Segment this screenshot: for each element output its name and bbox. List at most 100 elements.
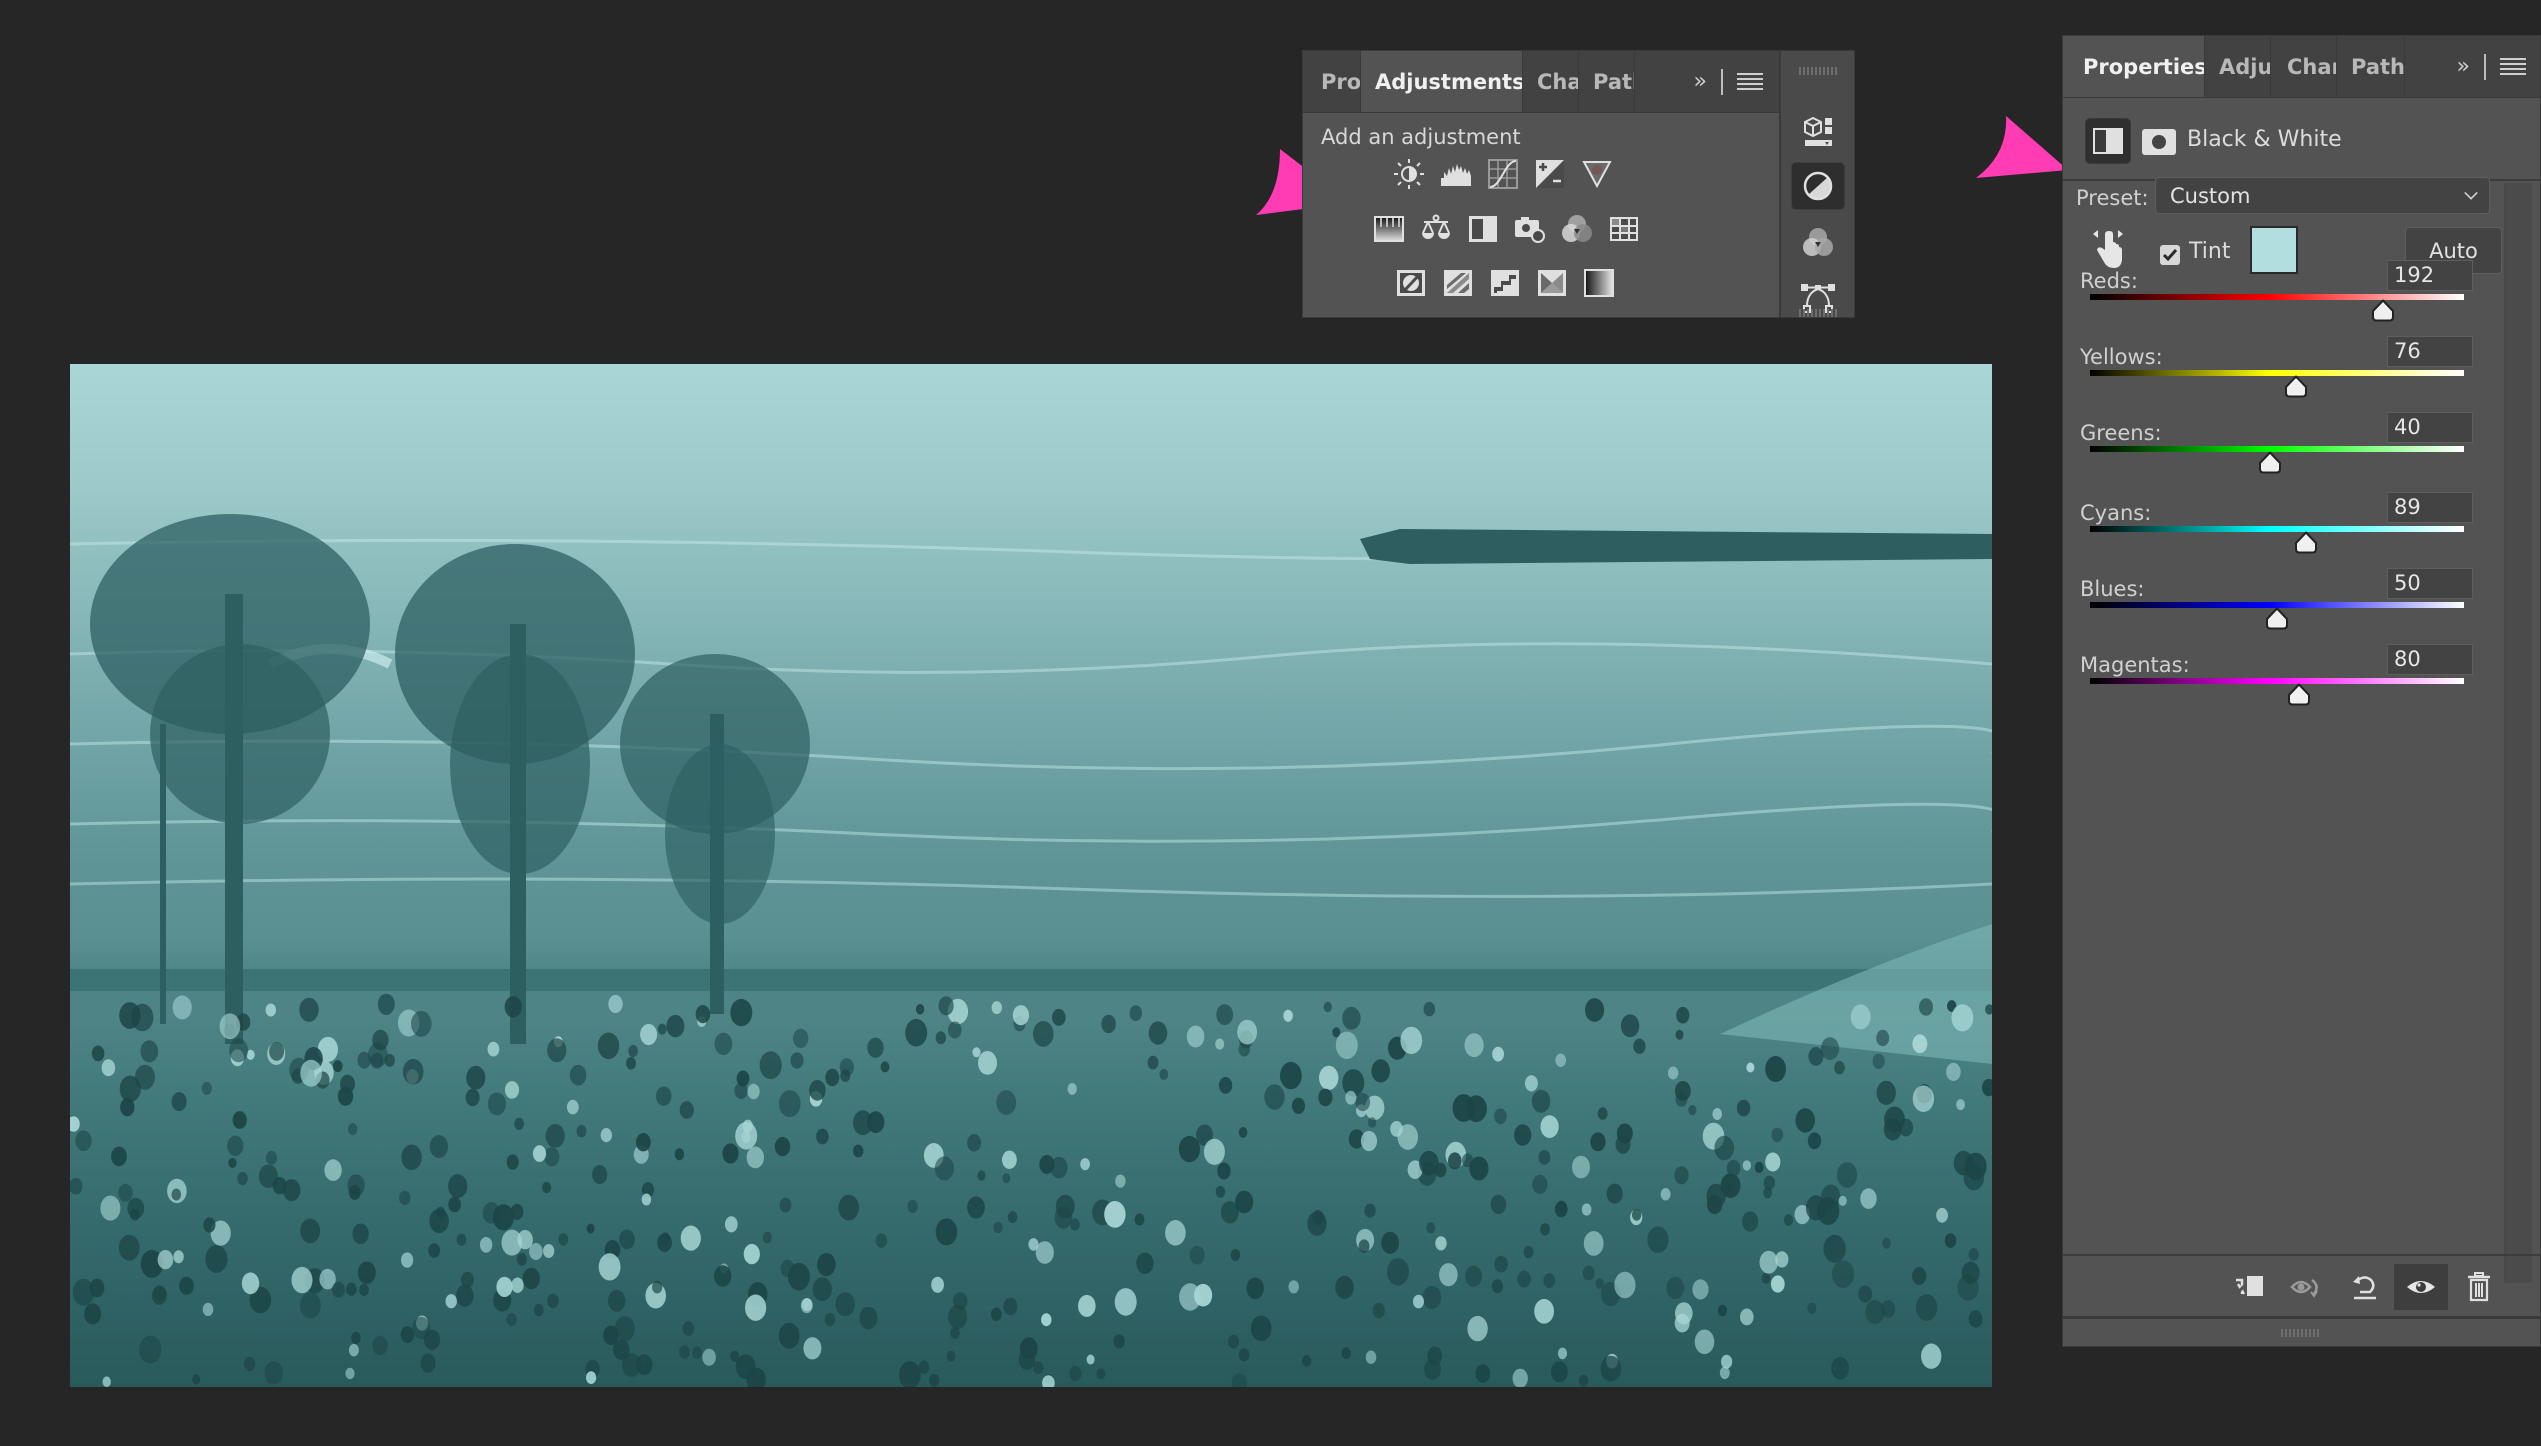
crowd-person xyxy=(1104,1201,1126,1228)
crowd-person xyxy=(227,1135,244,1156)
slider-thumb[interactable] xyxy=(2265,607,2289,630)
tab-character[interactable]: Char xyxy=(2271,36,2337,97)
crowd-person xyxy=(1946,1062,1961,1081)
color-balance-icon[interactable] xyxy=(1420,213,1452,245)
crowd-person xyxy=(445,1294,457,1309)
tab-adjustments[interactable]: Adjustments xyxy=(1361,51,1523,112)
black-white-icon[interactable] xyxy=(1467,213,1499,245)
strip-drag-grip-bottom[interactable] xyxy=(1799,309,1837,317)
slider-thumb[interactable] xyxy=(2371,299,2395,322)
crowd-person xyxy=(265,1150,278,1165)
slider-label: Greens: xyxy=(2080,421,2162,445)
slider-value-input[interactable]: 50 xyxy=(2387,568,2473,599)
crowd-person xyxy=(479,1237,493,1253)
eye-previous-icon xyxy=(2290,1279,2318,1298)
gradient-map-icon[interactable] xyxy=(1583,267,1615,299)
slider-thumb[interactable] xyxy=(2287,683,2311,706)
clip-to-layer-button[interactable] xyxy=(2223,1264,2275,1310)
strip-drag-grip[interactable] xyxy=(1799,67,1837,75)
crowd-person xyxy=(1540,1223,1551,1236)
expand-panels-icon[interactable]: » xyxy=(1694,69,1707,94)
crowd-person xyxy=(1982,1078,1992,1097)
hue-saturation-icon[interactable] xyxy=(1373,213,1405,245)
slider-value-input[interactable]: 40 xyxy=(2387,412,2473,443)
slider-thumb[interactable] xyxy=(2284,375,2308,398)
targeted-adjustment-hand-icon[interactable] xyxy=(2089,228,2127,270)
tab-properties[interactable]: Prop xyxy=(1303,51,1361,112)
tab-properties[interactable]: Properties xyxy=(2063,36,2205,97)
channel-mixer-icon[interactable] xyxy=(1561,213,1593,245)
tab-adjustments[interactable]: Adju xyxy=(2205,36,2271,97)
adjustments-strip-button[interactable] xyxy=(1791,162,1845,210)
levels-icon[interactable] xyxy=(1440,158,1472,190)
crowd-person xyxy=(1319,1065,1339,1090)
slider-value-input[interactable]: 76 xyxy=(2387,336,2473,367)
slider-thumb[interactable] xyxy=(2294,531,2318,554)
document-canvas-photo[interactable] xyxy=(70,364,1992,1387)
slider-track[interactable] xyxy=(2090,526,2464,532)
expand-panels-icon[interactable]: » xyxy=(2457,54,2470,79)
crowd-person xyxy=(1633,1038,1646,1054)
tint-checkbox[interactable] xyxy=(2160,245,2180,265)
brightness-contrast-icon[interactable] xyxy=(1393,158,1425,190)
toggle-visibility-button[interactable] xyxy=(2394,1264,2448,1310)
tint-color-swatch[interactable] xyxy=(2250,226,2298,274)
libraries-button[interactable] xyxy=(1791,107,1845,155)
add-adjustment-heading: Add an adjustment xyxy=(1321,125,1521,149)
crowd-person xyxy=(1494,1255,1508,1273)
photo-filter-icon[interactable] xyxy=(1514,213,1546,245)
selective-color-icon[interactable] xyxy=(1536,267,1568,299)
properties-scrollbar[interactable] xyxy=(2504,183,2532,1283)
crowd-person xyxy=(1721,1354,1733,1369)
channels-button[interactable] xyxy=(1791,219,1845,267)
panel-resize-grip[interactable] xyxy=(2063,1316,2540,1346)
exposure-icon[interactable] xyxy=(1534,158,1566,190)
color-lookup-icon[interactable] xyxy=(1608,213,1640,245)
slider-track[interactable] xyxy=(2090,678,2464,684)
crowd-person xyxy=(597,1032,620,1060)
slider-thumb[interactable] xyxy=(2258,451,2282,474)
dune-vegetation xyxy=(1720,924,1992,1064)
invert-icon[interactable] xyxy=(1395,267,1427,299)
crowd-person xyxy=(1341,1347,1351,1360)
threshold-icon[interactable] xyxy=(1489,267,1521,299)
crowd-person xyxy=(377,993,395,1015)
preset-dropdown[interactable]: Custom xyxy=(2155,177,2490,214)
layer-mask-button[interactable] xyxy=(2139,122,2179,162)
crowd-person xyxy=(1850,1004,1871,1030)
adjustment-layer-button[interactable] xyxy=(2085,118,2131,164)
curves-icon[interactable] xyxy=(1487,158,1519,190)
reset-button[interactable] xyxy=(2339,1264,2391,1310)
crowd-person xyxy=(1956,1099,1965,1111)
crowd-person xyxy=(1012,1005,1029,1026)
crowd-person xyxy=(131,1003,154,1032)
slider-track[interactable] xyxy=(2090,370,2464,376)
crowd-person xyxy=(817,1253,836,1277)
vibrance-icon[interactable] xyxy=(1581,158,1613,190)
crowd-person xyxy=(1464,1033,1484,1058)
crowd-person xyxy=(139,1335,162,1364)
crowd-person xyxy=(778,1322,800,1349)
slider-value-input[interactable]: 80 xyxy=(2387,644,2473,675)
crowd-person xyxy=(244,1356,256,1372)
tab-paths[interactable]: Paths xyxy=(2337,36,2405,97)
posterize-icon[interactable] xyxy=(1442,267,1474,299)
crowd-person xyxy=(75,1130,92,1151)
crowd-person xyxy=(875,1233,888,1248)
slider-value-input[interactable]: 192 xyxy=(2387,260,2473,291)
crowd-person xyxy=(787,1262,810,1291)
tab-paths[interactable]: Path xyxy=(1579,51,1635,112)
panel-menu-icon[interactable] xyxy=(2500,57,2526,76)
slider-track[interactable] xyxy=(2090,294,2464,300)
slider-greens: Greens: 40 xyxy=(2063,412,2503,497)
crowd-person xyxy=(1572,1155,1590,1179)
panel-menu-icon[interactable] xyxy=(1737,72,1763,91)
delete-button[interactable] xyxy=(2453,1264,2505,1310)
crowd-person xyxy=(487,1092,506,1116)
crowd-person xyxy=(626,1057,636,1070)
slider-value-input[interactable]: 89 xyxy=(2387,492,2473,523)
crowd-person xyxy=(1820,1037,1840,1060)
view-previous-state-button[interactable] xyxy=(2281,1264,2333,1310)
crowd-person xyxy=(1490,1194,1507,1215)
tab-channels[interactable]: Cha xyxy=(1523,51,1579,112)
